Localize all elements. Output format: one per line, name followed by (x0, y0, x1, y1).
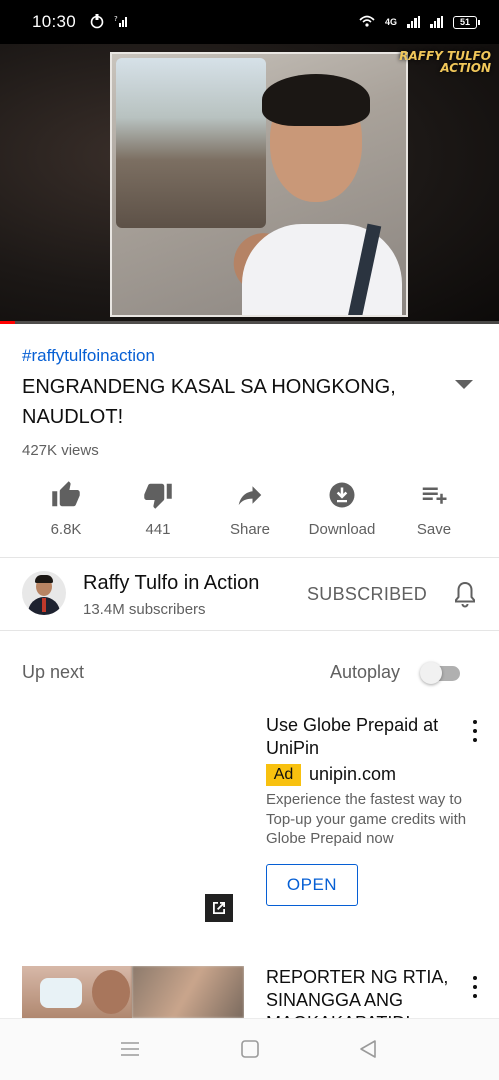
external-link-icon[interactable] (205, 894, 233, 922)
divider (0, 630, 499, 631)
share-label: Share (229, 521, 271, 538)
next-video-title[interactable]: REPORTER NG RTIA, SINANGGA ANG MAGKAKAPA… (266, 966, 456, 1020)
autoplay-label: Autoplay (330, 662, 401, 682)
next-video-more-options-icon[interactable] (471, 976, 479, 998)
thumb-down-icon (142, 478, 174, 512)
video-progress-bar[interactable] (0, 321, 499, 324)
hashtag-link[interactable]: #raffytulfoinaction (22, 346, 155, 366)
ad-description: Experience the fastest way to Top-up you… (266, 791, 467, 847)
home-icon[interactable] (240, 1039, 260, 1064)
like-count: 6.8K (50, 521, 82, 538)
share-icon (234, 478, 266, 512)
download-label: Download (308, 521, 376, 538)
view-count: 427K views (22, 442, 99, 459)
video-title: ENGRANDENG KASAL SA HONGKONG, NAUDLOT! (22, 376, 396, 428)
battery-icon: 51 (453, 15, 480, 29)
ad-badge: Ad (266, 764, 301, 786)
save-button[interactable]: Save (388, 478, 480, 538)
channel-avatar[interactable] (22, 571, 66, 615)
like-button[interactable]: 6.8K (20, 478, 112, 538)
back-icon[interactable] (358, 1039, 378, 1064)
thumb-up-icon (50, 478, 82, 512)
video-frame (110, 52, 408, 317)
bell-icon[interactable] (453, 580, 477, 608)
autoplay-toggle[interactable] (420, 662, 462, 684)
lock-icon (90, 13, 104, 32)
dislike-button[interactable]: 441 (112, 478, 204, 538)
network-type: 4G (384, 17, 397, 27)
signal-icon-2 (430, 16, 443, 28)
video-progress-fill (0, 321, 15, 324)
system-navigation-bar (0, 1018, 499, 1080)
playlist-add-icon (418, 478, 450, 512)
up-next-label: Up next (22, 662, 85, 682)
video-player[interactable]: RAFFY TULFO ACTION (0, 44, 499, 324)
subscriber-count: 13.4M subscribers (83, 601, 206, 618)
status-time: 10:30 (32, 12, 77, 31)
ad-title[interactable]: Use Globe Prepaid at UniPin (266, 714, 446, 760)
status-bar: 10:30 ? 4G 51 (0, 0, 499, 44)
vpn-icon (359, 14, 375, 31)
share-button[interactable]: Share (204, 478, 296, 538)
subscribed-button[interactable]: SUBSCRIBED (307, 584, 427, 605)
divider (0, 557, 499, 558)
channel-watermark-logo: RAFFY TULFO ACTION (399, 49, 491, 75)
signal-unknown-icon: ? (114, 14, 128, 31)
menu-icon[interactable] (119, 1039, 141, 1064)
chevron-down-icon[interactable] (455, 380, 473, 389)
action-bar: 6.8K 441 Share Download Save (20, 478, 490, 538)
signal-icon (407, 16, 420, 28)
ad-more-options-icon[interactable] (471, 720, 479, 742)
save-label: Save (416, 521, 452, 538)
svg-text:?: ? (114, 15, 118, 23)
ad-domain: unipin.com (309, 764, 397, 784)
dislike-count: 441 (145, 521, 171, 538)
ad-open-button[interactable]: OPEN (266, 864, 358, 906)
download-icon (326, 478, 358, 512)
channel-name[interactable]: Raffy Tulfo in Action (83, 572, 259, 595)
next-video-thumbnail[interactable] (22, 966, 244, 1018)
download-button[interactable]: Download (296, 478, 388, 538)
